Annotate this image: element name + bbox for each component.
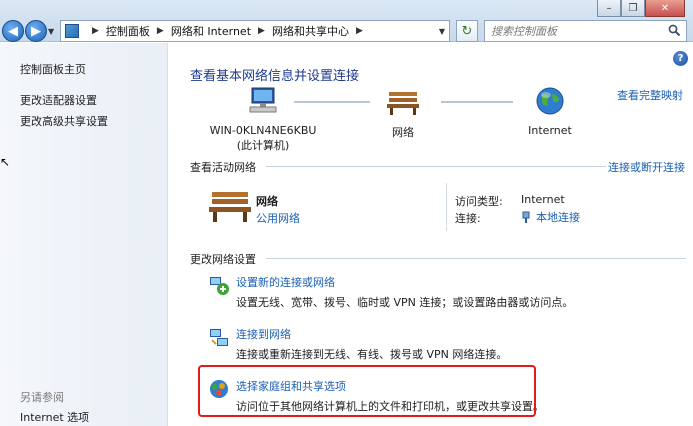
minimize-button[interactable]: – <box>597 0 621 17</box>
network-type-link[interactable]: 公用网络 <box>256 210 300 226</box>
address-dropdown-icon[interactable]: ▼ <box>439 27 445 36</box>
globe-icon <box>536 87 564 115</box>
computer-icon <box>249 87 277 113</box>
close-button[interactable]: ✕ <box>645 0 685 17</box>
title-bar: – ❐ ✕ ◀ ▶ ▼ ▶ 控制面板 ▶ 网络和 Internet ▶ 网络和共… <box>0 0 693 42</box>
chevron-right-icon[interactable]: ▶ <box>157 26 164 36</box>
breadcrumb-network-internet[interactable]: 网络和 Internet <box>171 23 251 39</box>
connect-network-icon <box>210 329 228 346</box>
map-connector <box>294 101 370 103</box>
section-divider <box>266 258 686 259</box>
computer-sublabel: (此计算机) <box>236 139 290 152</box>
connect-network-description: 连接或重新连接到无线、有线、拨号或 VPN 网络连接。 <box>236 348 508 361</box>
section-divider <box>266 166 606 167</box>
see-also-heading: 另请参阅 <box>20 391 64 404</box>
connection-value-group: 本地连接 <box>521 209 580 225</box>
breadcrumb-control-panel[interactable]: 控制面板 <box>106 23 150 39</box>
active-networks-heading: 查看活动网络 <box>190 161 256 174</box>
refresh-button[interactable]: ↻ <box>456 20 478 42</box>
sidebar-item-control-panel-home[interactable]: 控制面板主页 <box>20 61 86 77</box>
main-panel: ? 查看基本网络信息并设置连接 查看完整映射 WIN-0KLN4NE6KBU (… <box>168 43 693 426</box>
search-box <box>484 20 687 42</box>
change-settings-heading: 更改网络设置 <box>190 253 256 266</box>
network-adapter-icon <box>522 211 530 223</box>
bench-icon <box>387 92 419 115</box>
arrow-right-icon: ▶ <box>31 23 41 39</box>
connection-label: 连接: <box>455 212 481 225</box>
forward-button[interactable]: ▶ <box>25 20 47 42</box>
chevron-right-icon[interactable]: ▶ <box>92 26 99 36</box>
map-node-network[interactable]: 网络 <box>373 88 433 140</box>
sidebar-item-advanced-sharing[interactable]: 更改高级共享设置 <box>20 113 108 129</box>
control-panel-icon <box>65 24 79 38</box>
new-connection-icon <box>210 277 229 295</box>
bench-icon <box>209 192 251 222</box>
mouse-cursor-icon: ↖ <box>0 155 11 169</box>
arrow-left-icon: ◀ <box>8 23 18 39</box>
connect-network-link[interactable]: 连接到网络 <box>236 326 291 342</box>
maximize-button[interactable]: ❐ <box>621 0 645 17</box>
network-node-label: 网络 <box>392 126 414 139</box>
setup-connection-link[interactable]: 设置新的连接或网络 <box>236 274 335 290</box>
internet-node-label: Internet <box>528 124 572 137</box>
chevron-right-icon[interactable]: ▶ <box>258 26 265 36</box>
active-network-name: 网络 <box>256 195 278 208</box>
highlight-box <box>198 365 536 417</box>
vertical-divider <box>446 183 447 231</box>
recent-pages-dropdown-icon[interactable]: ▼ <box>48 27 54 36</box>
view-full-map-link[interactable]: 查看完整映射 <box>617 87 683 103</box>
sidebar-item-internet-options[interactable]: Internet 选项 <box>20 409 89 425</box>
setup-connection-description: 设置无线、宽带、拨号、临时或 VPN 连接；或设置路由器或访问点。 <box>236 296 574 309</box>
map-node-this-computer[interactable]: WIN-0KLN4NE6KBU (此计算机) <box>198 86 328 153</box>
help-icon[interactable]: ? <box>673 51 688 66</box>
breadcrumb-network-sharing-center[interactable]: 网络和共享中心 <box>272 23 349 39</box>
window-controls: – ❐ ✕ <box>597 0 685 17</box>
access-type-label: 访问类型: <box>455 195 503 208</box>
page-title: 查看基本网络信息并设置连接 <box>190 69 360 84</box>
local-connection-link[interactable]: 本地连接 <box>536 209 580 225</box>
sidebar-item-adapter-settings[interactable]: 更改适配器设置 <box>20 92 97 108</box>
connect-disconnect-link[interactable]: 连接或断开连接 <box>608 159 685 175</box>
map-connector <box>441 101 513 103</box>
chevron-right-icon[interactable]: ▶ <box>356 26 363 36</box>
access-type-value: Internet <box>521 193 565 206</box>
map-node-internet[interactable]: Internet <box>518 86 582 137</box>
search-input[interactable] <box>491 24 661 38</box>
address-bar[interactable]: ▶ 控制面板 ▶ 网络和 Internet ▶ 网络和共享中心 ▶ ▼ <box>60 20 450 42</box>
search-icon[interactable] <box>668 24 681 37</box>
computer-name: WIN-0KLN4NE6KBU <box>209 124 317 137</box>
refresh-icon: ↻ <box>461 23 473 39</box>
sidebar: 控制面板主页 更改适配器设置 更改高级共享设置 另请参阅 Internet 选项 <box>0 43 168 426</box>
back-button[interactable]: ◀ <box>2 20 24 42</box>
